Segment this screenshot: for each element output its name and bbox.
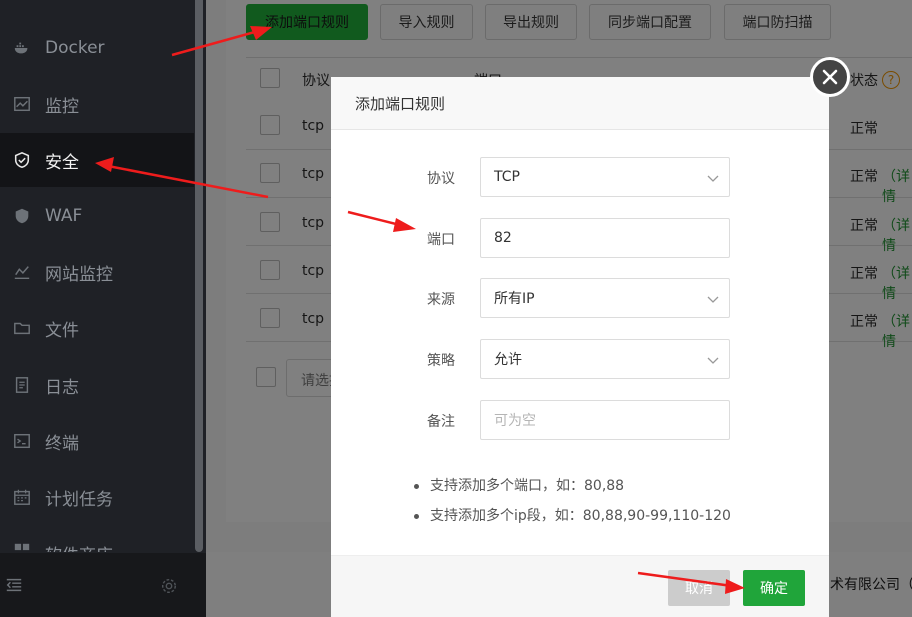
row-protocol: tcp — [302, 311, 325, 327]
sidebar-item-label: 文件 — [45, 320, 79, 341]
row-status: 正常 — [850, 218, 878, 234]
sidebar-item-site-monitor[interactable]: 网站监控 — [0, 245, 194, 299]
remark-label: 备注 — [427, 414, 455, 430]
sidebar-item-logs[interactable]: 日志 — [0, 358, 194, 412]
port-input[interactable]: 82 — [480, 218, 730, 258]
import-rules-button[interactable]: 导入规则 — [380, 4, 473, 40]
row-checkbox[interactable] — [260, 212, 280, 232]
add-port-rule-button[interactable]: 添加端口规则 — [246, 4, 368, 40]
row-protocol: tcp — [302, 263, 325, 279]
source-select-value: 所有IP — [494, 291, 535, 307]
port-label: 端口 — [427, 232, 455, 248]
source-select[interactable]: 所有IP — [480, 278, 730, 318]
sidebar-item-label: 终端 — [45, 433, 79, 454]
sidebar-item-store[interactable]: 软件商店 — [0, 526, 194, 552]
remark-input[interactable]: 可为空 — [480, 400, 730, 440]
docker-icon — [12, 38, 32, 58]
protocol-select-value: TCP — [494, 169, 520, 185]
sidebar-item-monitor[interactable]: 监控 — [0, 77, 194, 131]
chart-line-icon — [12, 262, 32, 282]
sidebar-item-label: WAF — [45, 206, 83, 226]
column-header-status: 状态 ? — [850, 70, 900, 90]
row-detail-link[interactable]: （详情 — [882, 311, 912, 351]
sync-port-config-button[interactable]: 同步端口配置 — [589, 4, 711, 40]
tip-item: 支持添加多个端口，如：80,88 — [411, 475, 731, 505]
help-icon[interactable]: ? — [882, 71, 900, 89]
tip-item: 支持添加多个ip段，如：80,88,90-99,110-120 — [411, 505, 731, 535]
calendar-icon — [12, 487, 32, 507]
row-status: 正常 — [850, 169, 878, 185]
row-protocol: tcp — [302, 215, 325, 231]
source-label: 来源 — [427, 292, 455, 308]
add-port-rule-dialog: 添加端口规则 协议 TCP 端口 82 来源 所有IP 策略 允许 备注 可为空… — [331, 77, 829, 617]
bulk-select-checkbox[interactable] — [256, 367, 276, 387]
sidebar-item-security[interactable]: 安全 — [0, 133, 194, 187]
row-checkbox[interactable] — [260, 163, 280, 183]
gear-icon[interactable] — [159, 576, 179, 596]
terminal-icon — [12, 431, 32, 451]
collapse-menu-icon[interactable] — [4, 575, 24, 595]
port-input-value: 82 — [494, 230, 512, 246]
chevron-down-icon — [707, 175, 719, 182]
sidebar-item-label: 监控 — [45, 96, 79, 117]
row-status: 正常 — [850, 121, 878, 137]
sidebar-item-files[interactable]: 文件 — [0, 301, 194, 355]
row-status: 正常 — [850, 266, 878, 282]
sidebar-scrollbar[interactable] — [195, 0, 203, 552]
policy-select[interactable]: 允许 — [480, 339, 730, 379]
close-dialog-button[interactable] — [810, 57, 850, 97]
policy-select-value: 允许 — [494, 352, 522, 368]
sidebar-item-waf[interactable]: WAF — [0, 189, 194, 243]
waf-icon — [12, 206, 32, 226]
sidebar-item-label: 日志 — [45, 377, 79, 398]
confirm-button[interactable]: 确定 — [743, 570, 805, 606]
shield-icon — [12, 150, 32, 170]
store-icon — [12, 541, 32, 552]
row-checkbox[interactable] — [260, 308, 280, 328]
column-header-status-label: 状态 — [850, 73, 878, 89]
sidebar-item-docker[interactable]: Docker — [0, 21, 194, 75]
row-status: 正常 — [850, 314, 878, 330]
sidebar-item-label: 软件商店 — [45, 541, 113, 552]
sidebar: Docker 监控 安全 WAF 网站监控 文件 日志 终端 计划任务 — [0, 0, 206, 617]
log-icon — [12, 375, 32, 395]
tips-list: 支持添加多个端口，如：80,88 支持添加多个ip段，如：80,88,90-99… — [411, 475, 731, 535]
row-protocol: tcp — [302, 118, 325, 134]
folder-icon — [12, 318, 32, 338]
close-icon — [822, 69, 838, 85]
row-protocol: tcp — [302, 166, 325, 182]
cancel-button[interactable]: 取消 — [668, 570, 730, 606]
row-checkbox[interactable] — [260, 260, 280, 280]
footer-company-text: 术有限公司（ — [830, 577, 912, 593]
monitor-icon — [12, 94, 32, 114]
sidebar-item-label: 计划任务 — [45, 489, 113, 510]
column-header-protocol: 协议 — [302, 73, 330, 89]
sidebar-item-label: 安全 — [45, 152, 79, 173]
sidebar-item-terminal[interactable]: 终端 — [0, 414, 194, 468]
port-anti-scan-button[interactable]: 端口防扫描 — [724, 4, 831, 40]
dialog-title: 添加端口规则 — [331, 77, 829, 130]
protocol-select[interactable]: TCP — [480, 157, 730, 197]
sidebar-item-label: 网站监控 — [45, 264, 113, 285]
chevron-down-icon — [707, 296, 719, 303]
chevron-down-icon — [707, 357, 719, 364]
row-checkbox[interactable] — [260, 115, 280, 135]
remark-input-placeholder: 可为空 — [494, 413, 536, 429]
export-rules-button[interactable]: 导出规则 — [485, 4, 577, 40]
sidebar-item-cron[interactable]: 计划任务 — [0, 470, 194, 524]
protocol-label: 协议 — [427, 171, 455, 187]
sidebar-item-label: Docker — [45, 38, 105, 58]
select-all-checkbox[interactable] — [260, 68, 280, 88]
policy-label: 策略 — [427, 353, 455, 369]
